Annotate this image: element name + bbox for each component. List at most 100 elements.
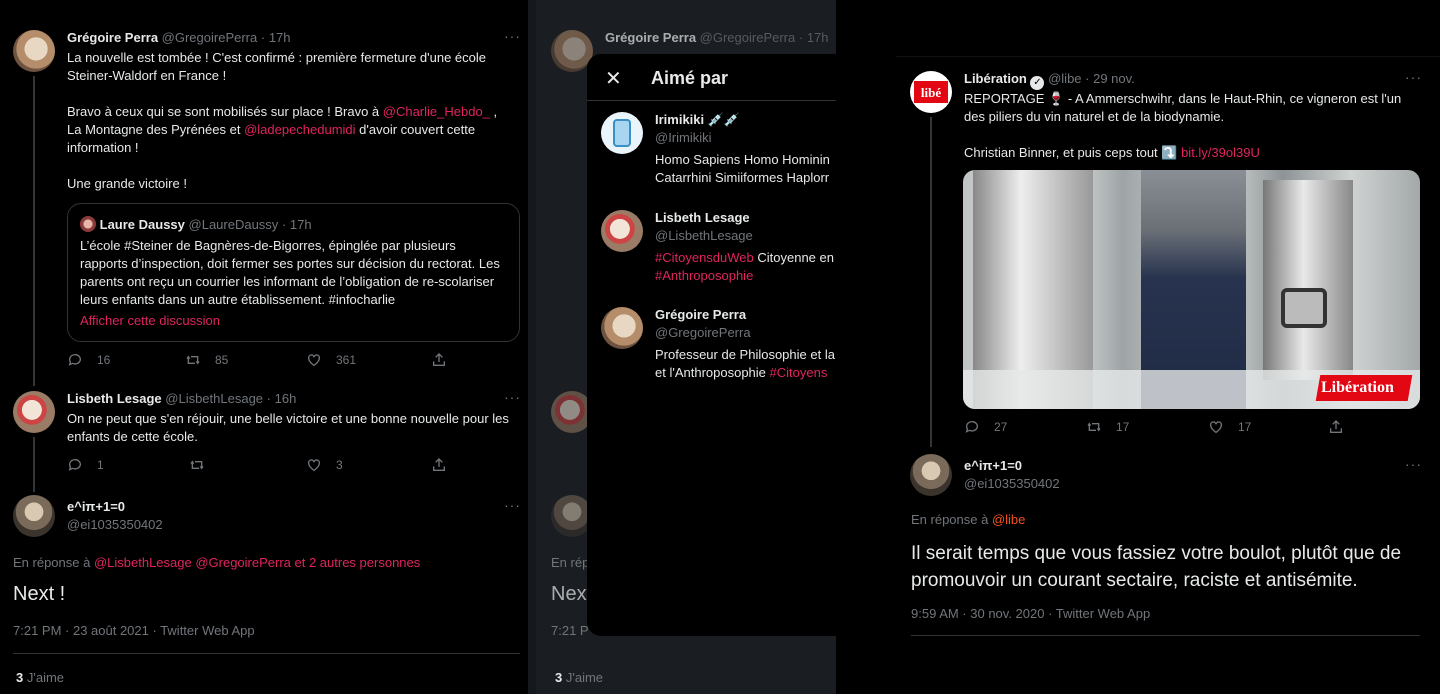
likes-count: 3 <box>555 670 563 685</box>
tweet-text-fragment: Nex <box>551 583 587 605</box>
url-link[interactable]: bit.ly/39ol39U <box>1181 145 1260 160</box>
tweet-paragraph: Bravo à ceux qui se sont mobilisés sur p… <box>67 103 512 157</box>
reply-count: 27 <box>994 420 1008 434</box>
tank-hatch <box>1281 288 1327 328</box>
retweet-icon <box>190 460 204 470</box>
tweet-meta[interactable]: 7:21 PM · 23 août 2021 · Twitter Web App <box>13 623 255 638</box>
user-row[interactable]: Grégoire Perra @GregoirePerra Professeur… <box>587 305 836 395</box>
share-icon <box>1330 420 1342 433</box>
avatar[interactable] <box>13 30 55 72</box>
tweet-time[interactable]: · 17h <box>261 30 291 45</box>
user-handle: @LisbethLesage <box>655 228 753 243</box>
window-border <box>528 0 536 694</box>
like-button[interactable]: 361 <box>306 352 356 368</box>
likes-summary[interactable]: 3 J'aime <box>16 670 64 685</box>
modal-title: Aimé par <box>651 68 729 88</box>
more-options-icon[interactable]: ··· <box>1405 456 1422 472</box>
author-name[interactable]: Libération <box>964 71 1027 86</box>
quoted-tweet[interactable]: Laure Daussy @LaureDaussy · 17h L’école … <box>67 203 520 342</box>
retweet-button[interactable]: 85 <box>185 352 228 368</box>
reply-prefix: En réponse à <box>911 512 992 527</box>
author-handle[interactable]: @ei1035350402 <box>67 517 163 532</box>
show-thread-link[interactable]: Afficher cette discussion <box>80 313 220 328</box>
user-row[interactable]: Irimikiki 💉💉 @Irimikiki Homo Sapiens Hom… <box>587 110 836 200</box>
tweet-header: Grégoire Perra @GregoirePerra · 17h <box>67 30 507 45</box>
hashtag-link[interactable]: #Citoyens <box>770 365 828 380</box>
reply-to-mentions[interactable]: @LisbethLesage @GregoirePerra et 2 autre… <box>94 555 420 570</box>
likes-label: J'aime <box>26 670 65 685</box>
author-handle[interactable]: @ei1035350402 <box>964 476 1060 491</box>
user-name[interactable]: Grégoire Perra <box>655 307 746 322</box>
share-button[interactable] <box>431 457 447 473</box>
user-handle: @Irimikiki <box>655 130 712 145</box>
author-name[interactable]: e^iπ+1=0 <box>964 458 1060 473</box>
reply-to-mentions[interactable]: @libe <box>992 512 1025 527</box>
author-handle[interactable]: @GregoirePerra <box>162 30 258 45</box>
heart-icon <box>1210 421 1222 434</box>
mention-link[interactable]: @ladepechedumidi <box>244 122 356 137</box>
hashtag-link[interactable]: #Anthroposophie <box>655 268 753 283</box>
retweet-button[interactable]: 17 <box>1086 419 1129 435</box>
more-options-icon[interactable]: ··· <box>504 28 521 44</box>
thread-line <box>930 117 932 447</box>
thread-line <box>33 437 35 492</box>
like-count: 17 <box>1238 420 1252 434</box>
close-icon[interactable]: ✕ <box>605 66 622 91</box>
tweet-text-part: Christian Binner, et puis ceps tout ⤵️ <box>964 145 1182 160</box>
author-name[interactable]: Grégoire Perra <box>67 30 158 45</box>
tweet-meta[interactable]: 9:59 AM · 30 nov. 2020 · Twitter Web App <box>911 606 1150 621</box>
retweet-icon <box>1087 422 1101 432</box>
avatar[interactable] <box>13 391 55 433</box>
tweet-time[interactable]: · 16h <box>267 391 297 406</box>
avatar[interactable] <box>601 112 643 154</box>
author-name[interactable]: Lisbeth Lesage <box>67 391 162 406</box>
divider <box>911 635 1420 636</box>
reply-to-line: En réponse à @LisbethLesage @GregoirePer… <box>13 555 420 570</box>
user-name[interactable]: Irimikiki 💉💉 <box>655 112 740 128</box>
like-button[interactable]: 3 <box>306 457 343 473</box>
tweet-time: · 17h <box>281 217 312 232</box>
author-handle[interactable]: @libe <box>1048 71 1081 86</box>
more-options-icon[interactable]: ··· <box>504 389 521 405</box>
panel-left: Grégoire Perra @GregoirePerra · 17h ··· … <box>0 0 528 694</box>
panel-right: libé Libération ✓ @libe · 29 nov. ··· RE… <box>836 0 1440 694</box>
share-button[interactable] <box>1328 419 1344 435</box>
reply-button[interactable]: 27 <box>964 419 1007 435</box>
like-button[interactable]: 17 <box>1208 419 1251 435</box>
share-icon <box>433 458 445 471</box>
user-row[interactable]: Lisbeth Lesage @LisbethLesage #Citoyensd… <box>587 208 836 298</box>
avatar[interactable] <box>601 307 643 349</box>
more-options-icon[interactable]: ··· <box>504 497 521 513</box>
likes-count: 3 <box>16 670 24 685</box>
tweet-text: Il serait temps que vous fassiez votre b… <box>911 543 1402 591</box>
divider <box>13 653 520 654</box>
reply-icon <box>965 421 978 433</box>
retweet-button[interactable] <box>189 457 205 473</box>
author-handle[interactable]: @LisbethLesage <box>165 391 263 406</box>
author-name[interactable]: e^iπ+1=0 <box>67 499 163 514</box>
user-name[interactable]: Lisbeth Lesage <box>655 210 750 225</box>
quote-header: Laure Daussy @LaureDaussy · 17h <box>80 216 510 232</box>
tweet-text: Next ! <box>13 583 66 605</box>
tweet-time[interactable]: · 29 nov. <box>1085 71 1135 86</box>
user-bio-text: et l'Anthroposophie <box>655 365 770 380</box>
tweet-image[interactable]: Libération <box>963 170 1420 409</box>
tweet-paragraph: Une grande victoire ! <box>67 176 187 191</box>
user-bio: Homo Sapiens Homo Hominin <box>655 152 830 167</box>
reply-to-line: En réponse à @libe <box>911 512 1025 527</box>
avatar[interactable]: libé <box>910 71 952 113</box>
thread-line <box>33 76 35 386</box>
avatar[interactable] <box>910 454 952 496</box>
reply-button[interactable]: 1 <box>67 457 104 473</box>
mention-link[interactable]: @Charlie_Hebdo_ <box>383 104 490 119</box>
liked-by-modal: ✕ Aimé par Irimikiki 💉💉 @Irimikiki Homo … <box>587 54 836 636</box>
like-count: 361 <box>336 353 357 367</box>
avatar[interactable] <box>13 495 55 537</box>
hashtag-link[interactable]: #CitoyensduWeb <box>655 250 754 265</box>
reply-button[interactable]: 16 <box>67 352 110 368</box>
quote-text: L’école #Steiner de Bagnères-de-Bigorres… <box>80 238 500 307</box>
more-options-icon[interactable]: ··· <box>1405 69 1422 85</box>
user-bio: Professeur de Philosophie et la <box>655 347 835 362</box>
avatar[interactable] <box>601 210 643 252</box>
share-button[interactable] <box>431 352 447 368</box>
